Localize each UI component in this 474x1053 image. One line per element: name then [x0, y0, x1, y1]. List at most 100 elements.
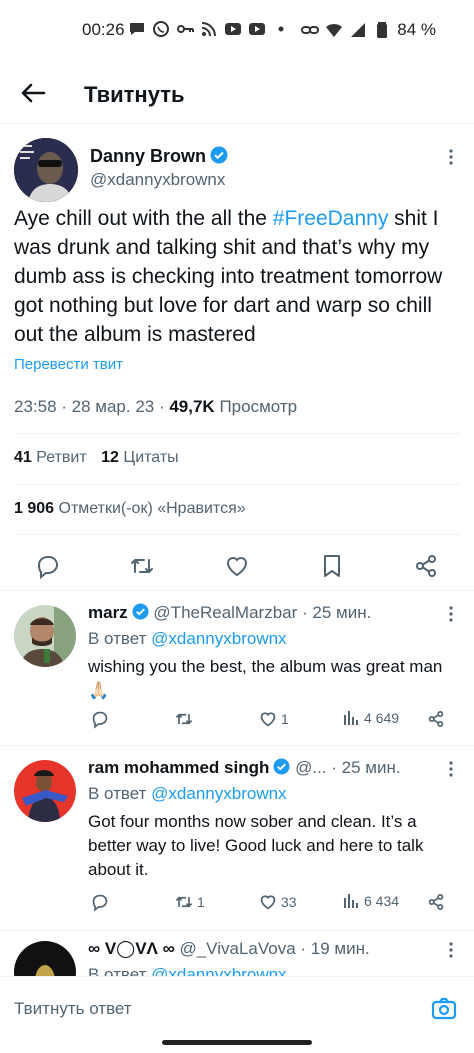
retweet-icon[interactable] [128, 552, 156, 580]
chat-bubble-icon [130, 23, 144, 35]
like-icon [260, 895, 276, 910]
share-button[interactable] [426, 709, 446, 729]
views-button[interactable]: 4 649 [343, 709, 399, 727]
avatar-image [14, 941, 76, 976]
tweet-timestamp[interactable]: 23:58 · 28 мар. 23 · [14, 397, 169, 416]
tweet-actions [0, 544, 474, 592]
views-button[interactable]: 6 434 [343, 892, 399, 910]
replying-to-label: В ответ [88, 784, 152, 803]
reply-input[interactable]: Твитнуть ответ [14, 999, 132, 1019]
top-bar: Твитнуть [0, 60, 474, 124]
reply-button[interactable] [90, 892, 110, 912]
reply-button[interactable] [90, 709, 110, 729]
reply-compose-bar: Твитнуть ответ [0, 976, 474, 1053]
replying-to-label: В ответ [88, 629, 152, 648]
page-title: Твитнуть [84, 82, 185, 107]
reply-icon[interactable] [34, 552, 62, 580]
author-avatar[interactable] [14, 138, 78, 202]
like-count: 33 [281, 894, 297, 910]
retweets-stat[interactable]: 41 Ретвит [14, 449, 87, 466]
more-options-icon[interactable] [448, 941, 454, 959]
reply-author-name[interactable]: ram mohammed singh [88, 758, 269, 777]
back-arrow-icon[interactable] [18, 78, 48, 108]
retweets-label: Ретвит [31, 449, 87, 466]
mention-link[interactable]: @xdannyxbrownx [151, 629, 286, 648]
like-button[interactable]: 33 [258, 892, 297, 912]
divider [14, 484, 460, 485]
key-icon [177, 25, 194, 33]
retweet-button[interactable]: 1 [174, 892, 205, 912]
reply-avatar[interactable] [14, 941, 76, 976]
retweet-icon [176, 713, 192, 725]
quotes-count: 12 [101, 449, 119, 466]
replying-to-label: В ответ [88, 965, 152, 976]
likes-stat[interactable]: 1 906 Отметки(-ок) «Нравится» [14, 500, 246, 518]
replying-to: В ответ @xdannyxbrownx [88, 965, 287, 976]
replying-to: В ответ @xdannyxbrownx [88, 784, 287, 804]
reply-header: ∞ V◯VΛ ∞ @_VivaLaVova · 19 мин. [88, 939, 370, 959]
author-handle[interactable]: @xdannyxbrownx [90, 170, 225, 190]
likes-label: Отметки(-ок) «Нравится» [54, 500, 246, 517]
share-icon[interactable] [412, 552, 440, 580]
tweet-text: Aye chill out with the all the #FreeDann… [14, 204, 464, 349]
retweet-button[interactable] [174, 709, 197, 729]
gesture-bar [162, 1040, 312, 1045]
share-stats: 41 Ретвит 12 Цитаты [14, 449, 179, 467]
more-options-icon[interactable] [448, 605, 454, 623]
analytics-icon [344, 711, 358, 725]
retweet-count: 1 [197, 894, 205, 910]
dot-icon [278, 26, 284, 32]
reply-author-handle[interactable]: @... [295, 758, 326, 777]
more-options-icon[interactable] [448, 148, 454, 166]
quotes-stat[interactable]: 12 Цитаты [101, 449, 179, 466]
reply-time: · 19 мин. [295, 939, 370, 958]
more-options-icon[interactable] [448, 760, 454, 778]
quotes-label: Цитаты [118, 449, 179, 466]
reply-tweet[interactable]: marz @TheRealMarzbar · 25 мин. В ответ @… [0, 590, 474, 745]
reply-actions: 1 4 649 [0, 709, 474, 739]
verified-badge-icon [210, 146, 228, 164]
share-icon [428, 711, 444, 727]
analytics-icon [344, 894, 358, 908]
like-icon[interactable] [223, 552, 251, 580]
reply-author-name[interactable]: ∞ V◯VΛ ∞ [88, 939, 175, 958]
battery-icon [377, 22, 388, 38]
divider [14, 433, 460, 434]
link-icon [301, 26, 320, 34]
translate-tweet-link[interactable]: Перевести твит [14, 356, 123, 373]
reply-author-handle[interactable]: @_VivaLaVova [179, 939, 295, 958]
share-button[interactable] [426, 892, 446, 912]
battery-level: 84 % [397, 20, 436, 39]
reply-author-handle[interactable]: @TheRealMarzbar [153, 603, 297, 622]
replying-to: В ответ @xdannyxbrownx [88, 629, 287, 649]
reply-time: · 25 мин. [297, 603, 372, 622]
camera-icon[interactable] [430, 995, 458, 1023]
like-count: 1 [281, 711, 289, 727]
like-icon [260, 712, 276, 727]
like-button[interactable]: 1 [258, 709, 289, 729]
status-time: 00:26 [82, 20, 125, 39]
author-name[interactable]: Danny Brown [90, 146, 228, 167]
verified-badge-icon [132, 603, 149, 620]
youtube-icon [249, 23, 265, 35]
reply-avatar[interactable] [14, 760, 76, 822]
views-count: 49,7K [169, 397, 215, 416]
status-bar: 00:26 84 % [0, 0, 474, 60]
rss-icon [201, 22, 216, 37]
reply-tweet[interactable]: ∞ V◯VΛ ∞ @_VivaLaVova · 19 мин. В ответ … [0, 930, 474, 976]
reply-author-name[interactable]: marz [88, 603, 128, 622]
likes-count: 1 906 [14, 500, 55, 517]
retweet-icon [176, 896, 192, 908]
share-icon [428, 894, 444, 910]
reply-time: · 25 мин. [326, 758, 401, 777]
reply-tweet[interactable]: ram mohammed singh @... · 25 мин. В отве… [0, 745, 474, 930]
reply-avatar[interactable] [14, 605, 76, 667]
reply-header: ram mohammed singh @... · 25 мин. [88, 758, 401, 778]
reply-icon [92, 894, 108, 912]
avatar-image [14, 760, 76, 822]
bookmark-icon[interactable] [318, 552, 346, 580]
mention-link[interactable]: @xdannyxbrownx [151, 784, 286, 803]
mention-link[interactable]: @xdannyxbrownx [151, 965, 286, 976]
reply-text: wishing you the best, the album was grea… [88, 657, 443, 700]
hashtag-link[interactable]: #FreeDanny [273, 207, 389, 230]
